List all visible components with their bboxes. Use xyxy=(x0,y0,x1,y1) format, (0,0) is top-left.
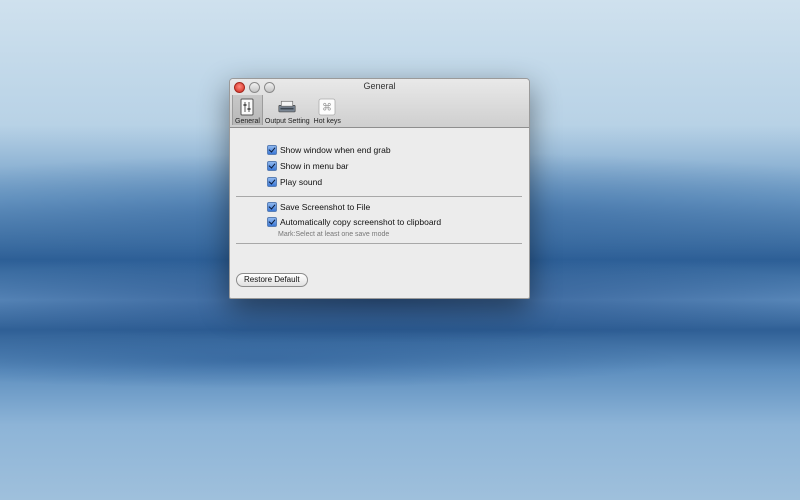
restore-default-button[interactable]: Restore Default xyxy=(236,273,308,287)
section-divider xyxy=(236,196,522,197)
preferences-toolbar: General Output Setting ⌘ Hot keys xyxy=(232,95,343,125)
tab-general-label: General xyxy=(235,118,260,125)
save-to-file-option[interactable]: Save Screenshot to File xyxy=(267,202,370,212)
tab-output-setting[interactable]: Output Setting xyxy=(263,95,312,125)
svg-text:⌘: ⌘ xyxy=(322,103,332,114)
show-menu-bar-label: Show in menu bar xyxy=(280,161,349,171)
show-menu-bar-option[interactable]: Show in menu bar xyxy=(267,161,349,171)
general-pane: Show window when end grab Show in menu b… xyxy=(230,128,529,298)
window-title: General xyxy=(363,81,396,91)
tab-hot-keys-label: Hot keys xyxy=(313,118,341,125)
command-key-icon: ⌘ xyxy=(318,98,336,116)
tab-general[interactable]: General xyxy=(232,95,263,125)
section-divider xyxy=(236,243,522,244)
play-sound-label: Play sound xyxy=(280,177,323,187)
save-to-file-checkbox[interactable] xyxy=(267,202,277,212)
show-window-option[interactable]: Show window when end grab xyxy=(267,145,391,155)
play-sound-option[interactable]: Play sound xyxy=(267,177,322,187)
title-bar: General General Output Setting ⌘ Hot key… xyxy=(230,79,529,128)
show-window-label: Show window when end grab xyxy=(280,145,391,155)
show-window-checkbox[interactable] xyxy=(267,145,277,155)
show-menu-bar-checkbox[interactable] xyxy=(267,161,277,171)
general-icon xyxy=(238,98,256,116)
preferences-window: General General Output Setting ⌘ Hot key… xyxy=(229,78,530,299)
save-mode-note: Mark:Select at least one save mode xyxy=(278,231,390,238)
play-sound-checkbox[interactable] xyxy=(267,177,277,187)
tab-output-setting-label: Output Setting xyxy=(264,118,310,125)
save-to-file-label: Save Screenshot to File xyxy=(280,202,371,212)
copy-clipboard-checkbox[interactable] xyxy=(267,217,277,227)
output-setting-icon xyxy=(278,98,296,116)
copy-clipboard-label: Automatically copy screenshot to clipboa… xyxy=(280,217,442,227)
tab-hot-keys[interactable]: ⌘ Hot keys xyxy=(312,95,343,125)
copy-clipboard-option[interactable]: Automatically copy screenshot to clipboa… xyxy=(267,217,441,227)
